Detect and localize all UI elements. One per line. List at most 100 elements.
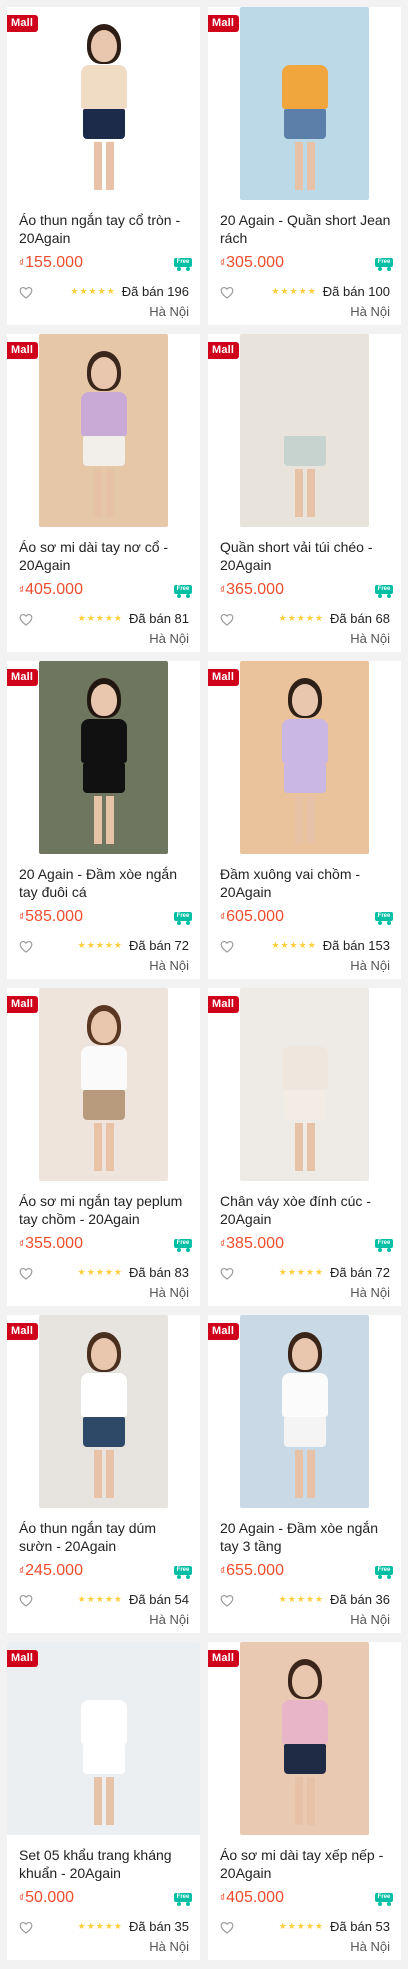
mall-badge: Mall [208, 996, 240, 1013]
product-image[interactable] [208, 1642, 401, 1835]
product-name[interactable]: Áo thun ngắn tay cổ tròn - 20Again [19, 211, 191, 247]
sold-count: Đã bán 196 [121, 283, 189, 299]
star-rating: ★★★★★ [78, 1267, 123, 1278]
star-icon: ★ [278, 1593, 288, 1604]
product-card[interactable]: Mall 20 Again - Quần short Jean rách ₫30… [208, 7, 401, 325]
product-image[interactable] [208, 661, 401, 854]
model-legs [93, 469, 114, 518]
product-name[interactable]: Áo sơ mi dài tay xếp nếp - 20Again [220, 1846, 392, 1882]
model-legs [294, 1450, 315, 1499]
product-name[interactable]: 20 Again - Quần short Jean rách [220, 211, 392, 247]
price-value: 305.000 [226, 254, 284, 271]
garment-top [281, 1372, 328, 1417]
star-rating: ★★★★★ [78, 613, 123, 624]
product-card[interactable]: Mall Set 05 khẩu trang kháng khuẩn - 20A… [7, 1642, 200, 1960]
star-icon: ★ [86, 612, 96, 623]
mall-badge: Mall [7, 1323, 39, 1340]
product-card[interactable]: Mall 20 Again - Đầm xòe ngắn tay đuôi cá… [7, 661, 200, 979]
product-image[interactable] [7, 7, 200, 200]
heart-icon[interactable] [19, 1594, 33, 1607]
product-card[interactable]: Mall Áo sơ mi dài tay nơ cổ - 20Again ₫4… [7, 334, 200, 652]
product-image[interactable] [208, 7, 401, 200]
product-photo [240, 1315, 369, 1508]
heart-icon[interactable] [19, 613, 33, 626]
heart-icon[interactable] [19, 940, 33, 953]
currency-symbol: ₫ [19, 585, 25, 596]
star-icon: ★ [289, 939, 299, 950]
currency-symbol: ₫ [19, 912, 25, 923]
product-image[interactable] [7, 1315, 200, 1508]
product-image[interactable] [7, 1642, 200, 1835]
sold-count: Đã bán 83 [129, 1264, 189, 1280]
garment-top [80, 64, 127, 109]
product-card[interactable]: Mall Áo sơ mi ngắn tay peplum tay chồm -… [7, 988, 200, 1306]
rating-row: ★★★★★ Đã bán 100 [271, 283, 390, 299]
product-image[interactable] [7, 988, 200, 1181]
product-price: ₫405.000 [220, 1889, 284, 1908]
star-icon: ★ [86, 939, 96, 950]
garment-top [80, 1045, 127, 1090]
star-icon: ★ [104, 1920, 114, 1931]
heart-icon[interactable] [19, 1921, 33, 1934]
product-name[interactable]: Áo sơ mi ngắn tay peplum tay chồm - 20Ag… [19, 1192, 191, 1228]
heart-icon[interactable] [220, 940, 234, 953]
heart-icon[interactable] [220, 1267, 234, 1280]
product-card[interactable]: Mall Áo thun ngắn tay dúm sườn - 20Again… [7, 1315, 200, 1633]
star-icon: ★ [296, 612, 306, 623]
star-icon: ★ [86, 1593, 96, 1604]
shop-location: Hà Nội [350, 1285, 390, 1300]
free-shipping-label: Free [375, 258, 393, 267]
free-shipping-icon: Free [174, 584, 192, 598]
garment-top [281, 1045, 328, 1090]
product-card[interactable]: Mall 20 Again - Đầm xòe ngắn tay 3 tầng … [208, 1315, 401, 1633]
product-image[interactable] [208, 1315, 401, 1508]
product-image[interactable] [7, 661, 200, 854]
star-icon: ★ [77, 939, 87, 950]
heart-icon[interactable] [19, 286, 33, 299]
shop-location: Hà Nội [350, 304, 390, 319]
product-name[interactable]: 20 Again - Đầm xòe ngắn tay đuôi cá [19, 865, 191, 901]
product-card[interactable]: Mall Chân váy xòe đính cúc - 20Again ₫38… [208, 988, 401, 1306]
product-card[interactable]: Mall Quần short vải túi chéo - 20Again ₫… [208, 334, 401, 652]
price-value: 655.000 [226, 1562, 284, 1579]
model-legs [93, 142, 114, 191]
star-icon: ★ [104, 1593, 114, 1604]
model-legs [93, 1450, 114, 1499]
product-image[interactable] [208, 988, 401, 1181]
product-card[interactable]: Mall Áo thun ngắn tay cổ tròn - 20Again … [7, 7, 200, 325]
heart-icon[interactable] [220, 613, 234, 626]
product-card[interactable]: Mall Áo sơ mi dài tay xếp nếp - 20Again … [208, 1642, 401, 1960]
star-icon: ★ [305, 612, 315, 623]
heart-icon[interactable] [220, 1921, 234, 1934]
star-icon: ★ [314, 612, 324, 623]
star-icon: ★ [280, 939, 290, 950]
product-name[interactable]: Áo sơ mi dài tay nơ cổ - 20Again [19, 538, 191, 574]
free-shipping-label: Free [174, 585, 192, 594]
garment-bottom [283, 1090, 326, 1121]
product-name[interactable]: Quần short vải túi chéo - 20Again [220, 538, 392, 574]
product-name[interactable]: Đầm xuông vai chồm - 20Again [220, 865, 392, 901]
shop-location: Hà Nội [350, 1939, 390, 1954]
product-photo [240, 1642, 369, 1835]
heart-icon[interactable] [220, 286, 234, 299]
product-image[interactable] [7, 334, 200, 527]
star-icon: ★ [86, 1920, 96, 1931]
product-name[interactable]: Set 05 khẩu trang kháng khuẩn - 20Again [19, 1846, 191, 1882]
currency-symbol: ₫ [19, 258, 25, 269]
star-icon: ★ [287, 1593, 297, 1604]
model-legs [294, 796, 315, 845]
product-name[interactable]: Áo thun ngắn tay dúm sườn - 20Again [19, 1519, 191, 1555]
product-card[interactable]: Mall Đầm xuông vai chồm - 20Again ₫605.0… [208, 661, 401, 979]
heart-icon[interactable] [19, 1267, 33, 1280]
star-icon: ★ [307, 939, 317, 950]
currency-symbol: ₫ [19, 1893, 25, 1904]
product-image[interactable] [208, 334, 401, 527]
star-icon: ★ [113, 939, 123, 950]
garment-top [80, 718, 127, 763]
mall-badge: Mall [7, 669, 39, 686]
product-photo [7, 1642, 200, 1835]
product-name[interactable]: 20 Again - Đầm xòe ngắn tay 3 tầng [220, 1519, 392, 1555]
product-name[interactable]: Chân váy xòe đính cúc - 20Again [220, 1192, 392, 1228]
star-icon: ★ [307, 285, 317, 296]
heart-icon[interactable] [220, 1594, 234, 1607]
